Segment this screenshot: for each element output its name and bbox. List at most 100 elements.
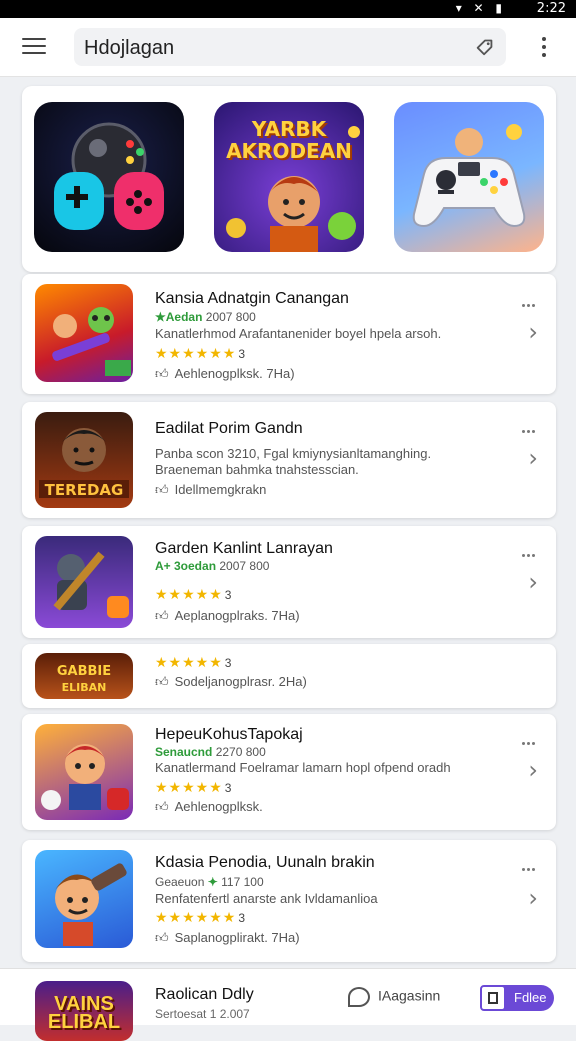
app-meta-value: Panba scon 3210, Fgal kmiynysianltamangh… bbox=[155, 446, 432, 461]
game-logo-icon bbox=[226, 126, 360, 252]
thumbs-up-icon: 👍︎ bbox=[155, 609, 169, 624]
svg-text:TEREDAG: TEREDAG bbox=[45, 481, 124, 499]
tag-icon[interactable] bbox=[474, 35, 496, 57]
app-title: HepeuKohusTapokaj bbox=[155, 726, 303, 743]
rating-value: 3 bbox=[238, 911, 245, 925]
chevron-right-icon[interactable]: › bbox=[528, 444, 538, 472]
app-meta-tag: ★Aedan bbox=[155, 310, 203, 324]
search-query: Hdojlagan bbox=[84, 37, 175, 59]
app-card[interactable]: Kansia Adnatgin Canangan ★Aedan 2007 800… bbox=[22, 274, 556, 394]
app-meta: Senaucnd 2270 800 bbox=[155, 745, 266, 759]
gamepad-character-icon bbox=[54, 122, 164, 230]
app-title: Kdasia Penodia, Uunaln brakin bbox=[155, 854, 375, 871]
app-meta-value: 117 100 bbox=[221, 875, 264, 889]
menu-icon[interactable] bbox=[22, 38, 46, 56]
app-meta: A+ 3oedan 2007 800 bbox=[155, 559, 269, 573]
status-icons: ▾ ✕ ▮ bbox=[455, 1, 506, 15]
app-rating: ★★★★★★ 3 bbox=[155, 909, 245, 926]
top-app-bar: Hdojlagan bbox=[0, 18, 576, 77]
primary-button[interactable]: Fdlee bbox=[480, 985, 554, 1011]
app-action-label: Aeplanogplraks. 7Ha) bbox=[174, 608, 300, 623]
app-description: Renfatenfertl anarste ank Ivldamanlioa bbox=[155, 891, 378, 906]
app-action-label: Saplanogplirakt. 7Ha) bbox=[174, 930, 300, 945]
app-action[interactable]: 👍︎ Sodeljanogplrasr. 2Ha) bbox=[155, 674, 307, 690]
rating-stars: ★★★★★★ bbox=[155, 909, 237, 925]
bottom-thumb-text: VAINS ELIBAL bbox=[47, 993, 121, 1033]
app-icon: TEREDAG bbox=[35, 412, 133, 508]
app-rating: ★★★★★ 3 bbox=[155, 779, 231, 796]
clock: 2:22 bbox=[536, 1, 566, 16]
featured-item-3[interactable] bbox=[394, 102, 544, 252]
featured-carousel: YARBK AKRODEAN bbox=[22, 86, 556, 272]
status-bar: ▾ ✕ ▮ 2:22 bbox=[0, 0, 576, 18]
app-card[interactable]: Garden Kanlint Lanrayan A+ 3oedan 2007 8… bbox=[22, 526, 556, 638]
app-action-label: Sodeljanogplrasr. 2Ha) bbox=[174, 674, 307, 689]
chat-button[interactable]: IAagasinn bbox=[348, 987, 440, 1007]
app-rating: ★★★★★ 3 bbox=[155, 586, 231, 603]
featured-item-2[interactable]: YARBK AKRODEAN bbox=[214, 102, 364, 252]
app-description: Kanatlermand Foelramar lamarn hopl ofpen… bbox=[155, 760, 451, 775]
app-title: Eadilat Porim Gandn bbox=[155, 420, 303, 437]
grid-dots-icon[interactable] bbox=[522, 732, 538, 750]
grid-dots-icon[interactable] bbox=[522, 544, 538, 562]
app-description: Braeneman bahmka tnahstesscian. bbox=[155, 462, 359, 477]
app-icon bbox=[35, 284, 133, 382]
primary-button-label: Fdlee bbox=[514, 990, 547, 1005]
chevron-right-icon[interactable]: › bbox=[528, 884, 538, 912]
grid-dots-icon[interactable] bbox=[522, 858, 538, 876]
app-card[interactable]: Kdasia Penodia, Uunaln brakin Geaeuon ✦ … bbox=[22, 840, 556, 962]
rating-stars: ★★★★★★ bbox=[155, 345, 237, 361]
app-action[interactable]: 👍︎ Aeplanogplraks. 7Ha) bbox=[155, 608, 300, 624]
grid-dots-icon[interactable] bbox=[522, 294, 538, 312]
app-meta-tag: A+ 3oedan bbox=[155, 559, 217, 573]
grid-dots-icon[interactable] bbox=[522, 420, 538, 438]
thumbs-up-icon: 👍︎ bbox=[155, 483, 169, 498]
search-field[interactable]: Hdojlagan bbox=[74, 28, 506, 66]
app-icon[interactable]: VAINS ELIBAL bbox=[35, 981, 133, 1041]
app-action[interactable]: 👍︎ Aehlenogplksk. 7Ha) bbox=[155, 366, 295, 382]
app-meta-tag: Senaucnd bbox=[155, 745, 213, 759]
rating-value: 3 bbox=[224, 656, 232, 670]
app-rating: ★★★★★★ 3 bbox=[155, 345, 245, 362]
app-action-label: Aehlenogplksk. 7Ha) bbox=[174, 366, 295, 381]
thumbs-up-icon: 👍︎ bbox=[155, 931, 169, 946]
book-icon bbox=[480, 985, 506, 1011]
thumbs-up-icon: 👍︎ bbox=[155, 800, 169, 815]
app-action[interactable]: 👍︎ Aehlenogplksk. bbox=[155, 799, 263, 815]
app-action-label: Idellmemgkrakn bbox=[174, 482, 267, 497]
app-icon bbox=[35, 536, 133, 628]
thumbs-up-icon: 👍︎ bbox=[155, 675, 169, 690]
chevron-right-icon[interactable]: › bbox=[528, 318, 538, 346]
bottom-title: Raolican Ddly bbox=[155, 986, 254, 1003]
chevron-right-icon[interactable]: › bbox=[528, 568, 538, 596]
more-options-icon[interactable] bbox=[542, 37, 548, 61]
app-title: Kansia Adnatgin Canangan bbox=[155, 290, 349, 307]
bottom-bar: VAINS ELIBAL Raolican Ddly Sertoesat 1 2… bbox=[0, 968, 576, 1041]
app-meta-value: 2270 800 bbox=[215, 745, 266, 759]
rating-stars: ★★★★★ bbox=[155, 654, 223, 670]
app-card[interactable]: GABBIE ELIBAN ★★★★★ 3 👍︎ Sodeljanogplrasr.… bbox=[22, 644, 556, 708]
rating-value: 3 bbox=[238, 347, 245, 361]
rating-stars: ★★★★★ bbox=[155, 779, 223, 795]
thumbs-up-icon: 👍︎ bbox=[155, 367, 169, 382]
app-action[interactable]: 👍︎ Saplanogplirakt. 7Ha) bbox=[155, 930, 300, 946]
app-card[interactable]: HepeuKohusTapokaj Senaucnd 2270 800 Kana… bbox=[22, 714, 556, 830]
chevron-right-icon[interactable]: › bbox=[528, 756, 538, 784]
app-action-label: Aehlenogplksk. bbox=[174, 799, 263, 814]
bottom-subtitle: Sertoesat 1 2.007 bbox=[155, 1007, 250, 1021]
app-meta-value: 2007 800 bbox=[205, 310, 256, 324]
rating-stars: ★★★★★ bbox=[155, 586, 223, 602]
featured-item-1[interactable] bbox=[34, 102, 184, 252]
app-icon bbox=[35, 850, 133, 948]
app-action[interactable]: 👍︎ Idellmemgkrakn bbox=[155, 482, 266, 498]
app-icon: GABBIE ELIBAN bbox=[35, 653, 133, 699]
controller-icon bbox=[412, 124, 526, 228]
app-title: Garden Kanlint Lanrayan bbox=[155, 540, 333, 557]
svg-text:GABBIE: GABBIE bbox=[57, 664, 111, 679]
app-card[interactable]: TEREDAG Eadilat Porim Gandn Panba scon 3… bbox=[22, 402, 556, 518]
svg-text:ELIBAN: ELIBAN bbox=[62, 681, 107, 694]
app-meta-tag: Geaeuon bbox=[155, 875, 205, 889]
rating-value: 3 bbox=[224, 781, 232, 795]
app-meta: Geaeuon ✦ 117 100 bbox=[155, 875, 264, 889]
rating-value: 3 bbox=[224, 588, 232, 602]
